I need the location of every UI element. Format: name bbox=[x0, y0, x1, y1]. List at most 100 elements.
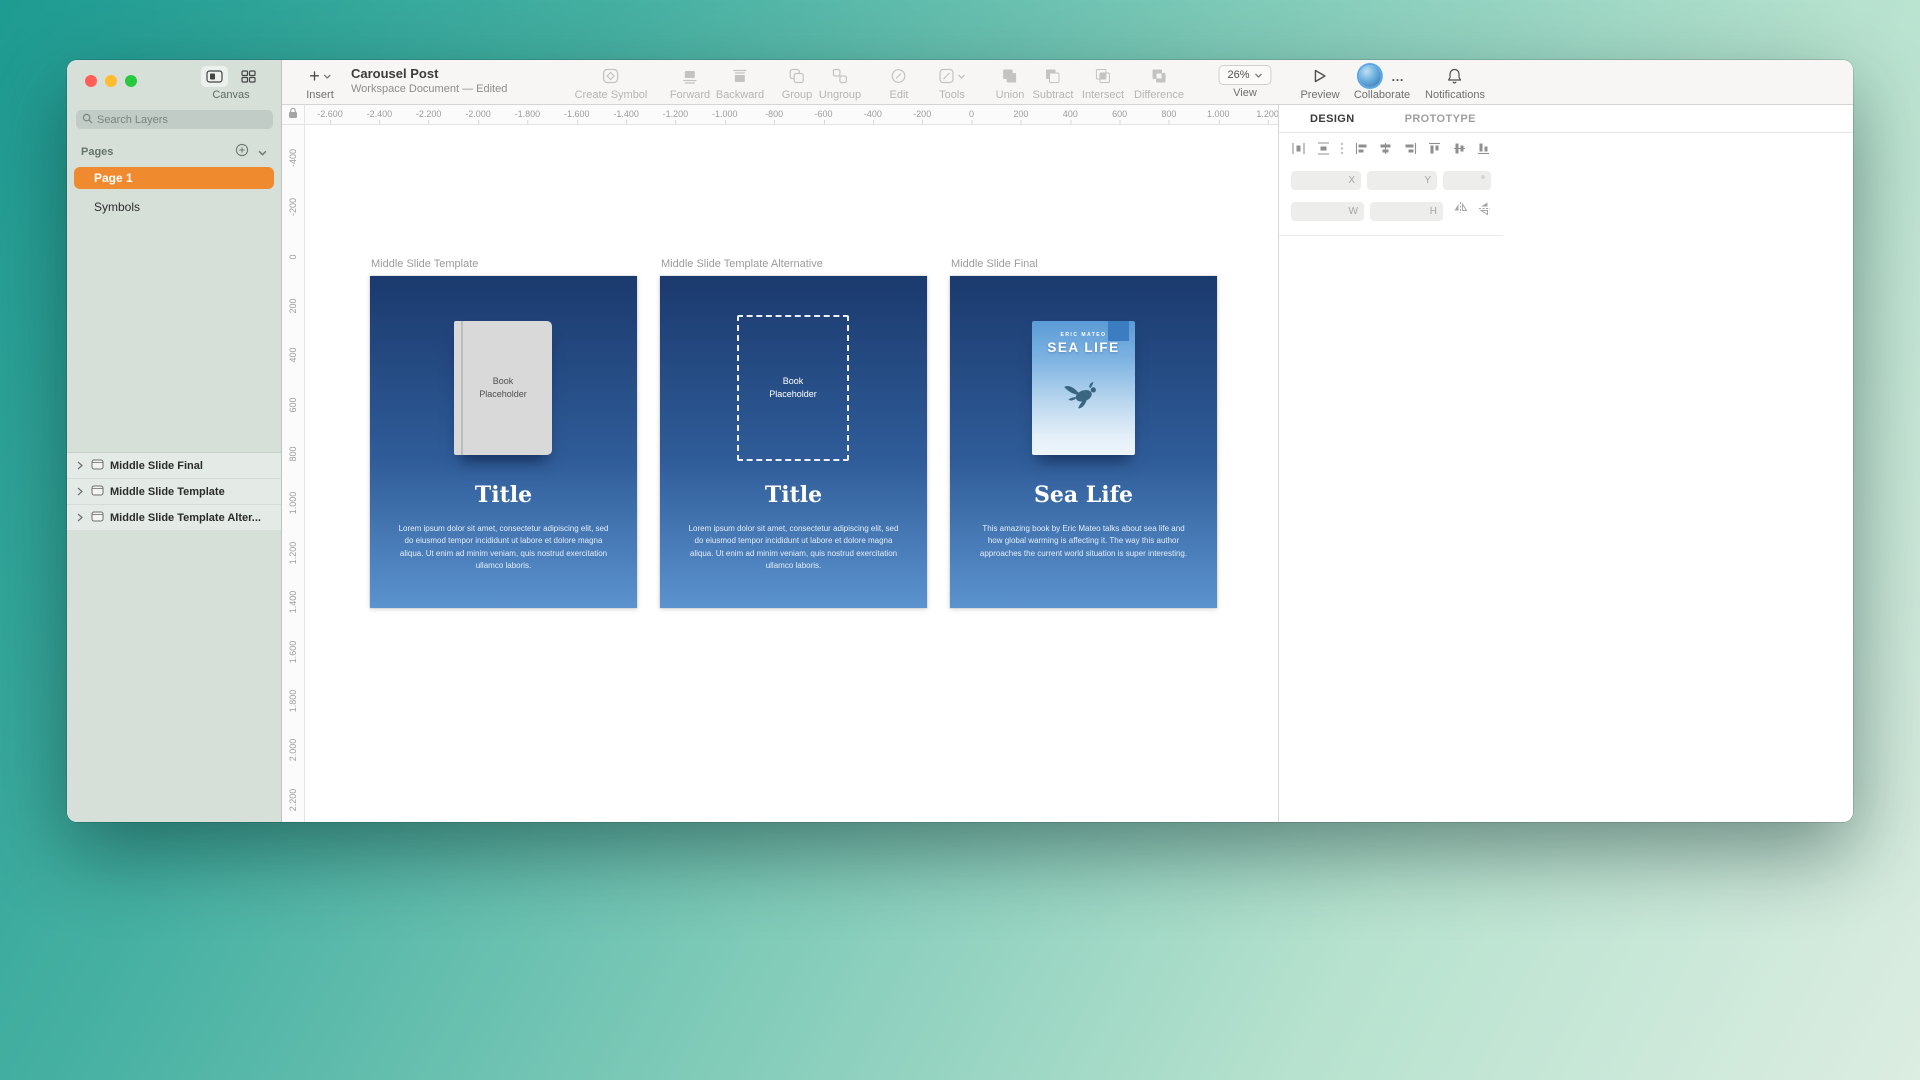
sea-life-book-cover[interactable]: ERIC MATEO SEA LIFE bbox=[1032, 321, 1135, 455]
artboard-title-middle-slide-template-alternative[interactable]: Middle Slide Template Alternative bbox=[661, 258, 823, 270]
insert-button[interactable]: + Insert bbox=[306, 65, 334, 101]
fullscreen-button[interactable] bbox=[125, 75, 137, 87]
distribute-horizontally-icon[interactable] bbox=[1291, 141, 1306, 161]
layer-label: Middle Slide Final bbox=[110, 460, 203, 472]
alignment-toolbar bbox=[1291, 142, 1491, 160]
grid-view-icon[interactable] bbox=[235, 66, 262, 87]
layer-label: Middle Slide Template Alter... bbox=[110, 512, 261, 524]
slide-title-text[interactable]: Sea Life bbox=[950, 482, 1217, 508]
book-placeholder-object[interactable]: Book Placeholder bbox=[454, 321, 552, 455]
height-field[interactable]: H bbox=[1370, 202, 1443, 221]
ruler-number: 200 bbox=[1013, 109, 1028, 119]
disclosure-chevron-icon[interactable] bbox=[77, 487, 85, 496]
sidebar: Canvas Pages bbox=[67, 60, 282, 822]
minimize-button[interactable] bbox=[105, 75, 117, 87]
close-button[interactable] bbox=[85, 75, 97, 87]
page-item-symbols[interactable]: Symbols bbox=[74, 196, 274, 218]
zoom-control[interactable]: 26% View bbox=[1218, 65, 1271, 99]
ruler-number: 1.200 bbox=[288, 542, 298, 565]
boolean-subtract-icon bbox=[1045, 65, 1061, 87]
tools-icon bbox=[939, 65, 966, 87]
align-top-icon[interactable] bbox=[1427, 141, 1442, 161]
ruler-number: -1.800 bbox=[515, 109, 541, 119]
ruler-number: 0 bbox=[969, 109, 974, 119]
create-symbol-button[interactable]: Create Symbol bbox=[575, 65, 648, 101]
align-left-icon[interactable] bbox=[1354, 141, 1369, 161]
canvas-view-icon[interactable] bbox=[201, 66, 228, 87]
flip-vertical-icon[interactable] bbox=[1478, 201, 1491, 221]
tools-button[interactable]: Tools bbox=[939, 65, 966, 101]
slide-title-text[interactable]: Title bbox=[660, 482, 927, 508]
edit-icon bbox=[891, 65, 907, 87]
ruler-number: 1.200 bbox=[1256, 109, 1278, 119]
rotation-field[interactable]: ° bbox=[1443, 171, 1491, 190]
slide-body-text[interactable]: Lorem ipsum dolor sit amet, consectetur … bbox=[685, 523, 902, 573]
search-input[interactable] bbox=[97, 114, 267, 126]
layer-item-middle-slide-template[interactable]: Middle Slide Template bbox=[67, 479, 281, 505]
distribute-vertically-icon[interactable] bbox=[1316, 141, 1331, 161]
slide-title-text[interactable]: Title bbox=[370, 482, 637, 508]
artboard-title-middle-slide-template[interactable]: Middle Slide Template bbox=[371, 258, 478, 270]
intersect-button[interactable]: Intersect bbox=[1082, 65, 1124, 101]
flip-horizontal-icon[interactable] bbox=[1453, 201, 1468, 221]
add-page-icon[interactable] bbox=[235, 143, 249, 162]
ruler-number: 200 bbox=[288, 299, 298, 314]
union-button[interactable]: Union bbox=[996, 65, 1025, 101]
tab-prototype[interactable]: PROTOTYPE bbox=[1405, 113, 1476, 125]
align-center-horizontal-icon[interactable] bbox=[1378, 141, 1393, 161]
tab-design[interactable]: DESIGN bbox=[1310, 113, 1355, 125]
plus-icon: + bbox=[309, 65, 331, 87]
ungroup-button[interactable]: Ungroup bbox=[819, 65, 861, 101]
ruler-number: 400 bbox=[1063, 109, 1078, 119]
more-options-icon[interactable] bbox=[1340, 141, 1344, 161]
boolean-difference-icon bbox=[1151, 65, 1167, 87]
page-item-page-1[interactable]: Page 1 bbox=[74, 167, 274, 189]
zoom-dropdown[interactable]: 26% bbox=[1218, 65, 1271, 85]
width-field[interactable]: W bbox=[1291, 202, 1364, 221]
artboard-layer-icon bbox=[91, 483, 104, 501]
artboard-middle-slide-final[interactable]: ERIC MATEO SEA LIFE Sea Life This amazin… bbox=[950, 276, 1217, 608]
align-middle-vertical-icon[interactable] bbox=[1452, 141, 1467, 161]
slide-body-text[interactable]: This amazing book by Eric Mateo talks ab… bbox=[975, 523, 1192, 560]
overflow-menu-icon[interactable]: … bbox=[1391, 69, 1405, 84]
ruler-number: -200 bbox=[913, 109, 931, 119]
artboard-title-middle-slide-final[interactable]: Middle Slide Final bbox=[951, 258, 1038, 270]
preview-button[interactable]: Preview bbox=[1300, 65, 1339, 101]
layer-item-middle-slide-final[interactable]: Middle Slide Final bbox=[67, 453, 281, 479]
notifications-button[interactable]: Notifications bbox=[1425, 65, 1485, 101]
zoom-value: 26% bbox=[1227, 69, 1249, 81]
page-item-label: Page 1 bbox=[94, 171, 133, 185]
disclosure-chevron-icon[interactable] bbox=[77, 513, 85, 522]
user-avatar[interactable] bbox=[1359, 65, 1381, 87]
boolean-union-icon bbox=[1002, 65, 1018, 87]
ruler-number: 1.400 bbox=[288, 591, 298, 614]
dashed-book-placeholder[interactable]: Book Placeholder bbox=[737, 315, 849, 461]
slide-body-text[interactable]: Lorem ipsum dolor sit amet, consectetur … bbox=[395, 523, 612, 573]
align-bottom-icon[interactable] bbox=[1476, 141, 1491, 161]
canvas-surface[interactable]: Middle Slide Template Book Placeholder T… bbox=[305, 125, 1278, 822]
collapse-pages-icon[interactable] bbox=[258, 143, 267, 161]
group-button[interactable]: Group bbox=[782, 65, 813, 101]
align-right-icon[interactable] bbox=[1403, 141, 1418, 161]
search-layers-field[interactable] bbox=[76, 110, 273, 129]
backward-button[interactable]: Backward bbox=[716, 65, 764, 101]
disclosure-chevron-icon[interactable] bbox=[77, 461, 85, 470]
lock-icon[interactable] bbox=[288, 106, 298, 124]
inspector-tabbar: DESIGN PROTOTYPE bbox=[1279, 105, 1853, 133]
ruler-number: 2.000 bbox=[288, 739, 298, 762]
x-position-field[interactable]: X bbox=[1291, 171, 1361, 190]
horizontal-ruler: -2.600-2.400-2.200-2.000-1.800-1.600-1.4… bbox=[305, 105, 1278, 125]
subtract-button[interactable]: Subtract bbox=[1033, 65, 1074, 101]
layer-item-middle-slide-template-alternative[interactable]: Middle Slide Template Alter... bbox=[67, 505, 281, 531]
y-position-field[interactable]: Y bbox=[1367, 171, 1437, 190]
view-toggle-label: Canvas bbox=[191, 89, 271, 101]
difference-button[interactable]: Difference bbox=[1134, 65, 1184, 101]
artboard-middle-slide-template[interactable]: Book Placeholder Title Lorem ipsum dolor… bbox=[370, 276, 637, 608]
ruler-number: 800 bbox=[1161, 109, 1176, 119]
group-icon bbox=[789, 65, 805, 87]
edit-button[interactable]: Edit bbox=[890, 65, 909, 101]
ungroup-icon bbox=[832, 65, 848, 87]
artboard-middle-slide-template-alternative[interactable]: Book Placeholder Title Lorem ipsum dolor… bbox=[660, 276, 927, 608]
collaborate-button[interactable]: … Collaborate bbox=[1354, 65, 1410, 101]
forward-button[interactable]: Forward bbox=[670, 65, 710, 101]
